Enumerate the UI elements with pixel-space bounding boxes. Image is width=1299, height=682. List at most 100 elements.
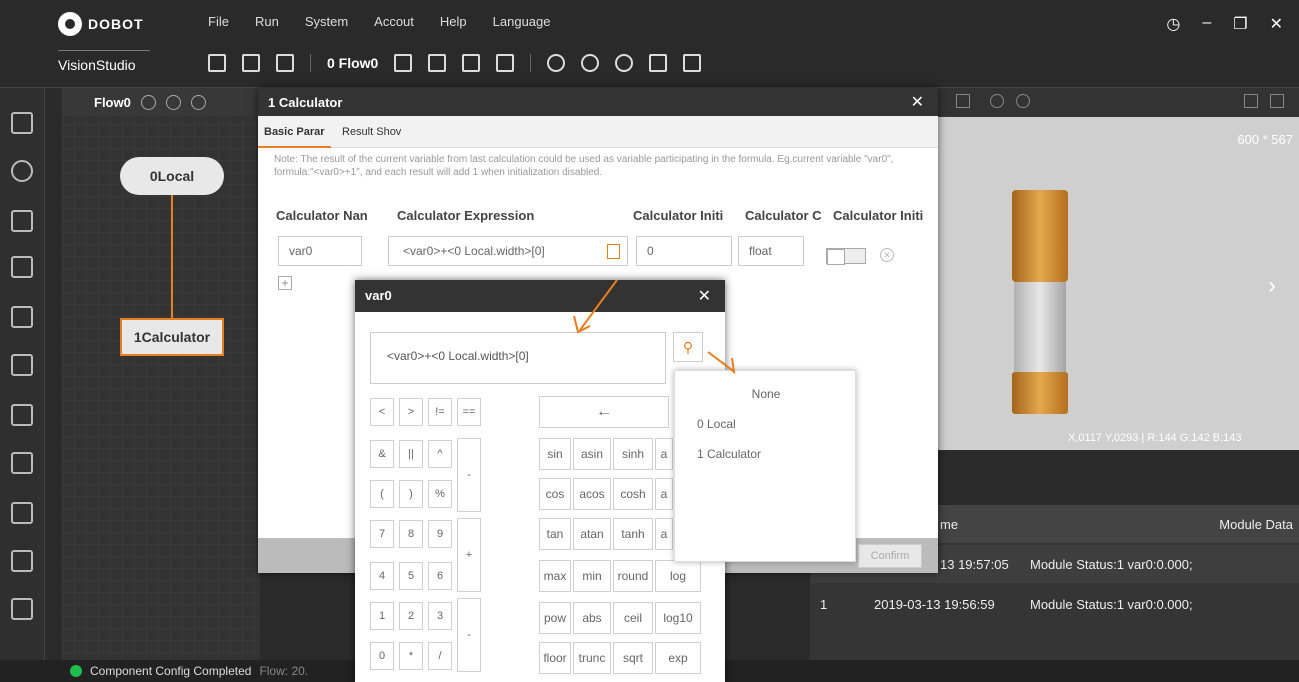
key-lt[interactable]: < <box>370 398 394 426</box>
camera-icon[interactable] <box>11 112 33 134</box>
flow-select[interactable]: 0 Flow0 <box>327 55 378 71</box>
key-eq[interactable]: == <box>457 398 481 426</box>
run-loop-icon[interactable] <box>581 54 600 72</box>
image-process-icon[interactable] <box>11 404 33 426</box>
fit-icon[interactable] <box>956 94 970 108</box>
fn-sin[interactable]: sin <box>539 438 571 470</box>
backspace-button[interactable]: ← <box>539 396 669 428</box>
variable-name-field[interactable]: var0 <box>278 236 362 266</box>
delete-row-icon[interactable]: ✕ <box>880 248 894 262</box>
fn-cosh[interactable]: cosh <box>613 478 653 510</box>
fn-cos[interactable]: cos <box>539 478 571 510</box>
zoom-out-icon[interactable] <box>1016 94 1030 108</box>
key-rparen[interactable]: ) <box>399 480 423 508</box>
key-9[interactable]: 9 <box>428 520 452 548</box>
key-minus-2[interactable]: - <box>457 598 481 672</box>
device-icon[interactable] <box>496 54 515 72</box>
type-select[interactable]: float <box>738 236 804 266</box>
fn-abs[interactable]: abs <box>573 602 611 634</box>
dropdown-item-local[interactable]: 0 Local <box>675 417 857 431</box>
function-icon[interactable] <box>649 54 668 72</box>
communication-icon[interactable] <box>11 598 33 620</box>
logic-icon[interactable] <box>11 502 33 524</box>
key-xor[interactable]: ^ <box>428 440 452 468</box>
fullscreen-icon[interactable] <box>1270 94 1284 108</box>
run-once-icon[interactable] <box>140 94 156 110</box>
menu-system[interactable]: System <box>305 14 348 29</box>
menu-run[interactable]: Run <box>255 14 279 29</box>
key-and[interactable]: & <box>370 440 394 468</box>
fn-exp[interactable]: exp <box>655 642 701 674</box>
key-3[interactable]: 3 <box>428 602 452 630</box>
key-5[interactable]: 5 <box>399 562 423 590</box>
new-solution-icon[interactable] <box>208 54 226 72</box>
close-icon[interactable]: ✕ <box>1270 14 1283 34</box>
table-row[interactable]: 1 2019-03-13 19:56:59 Module Status:1 va… <box>810 585 1299 623</box>
run-once-icon[interactable] <box>547 54 566 72</box>
tab-result-show[interactable]: Result Shov <box>342 116 401 148</box>
node-local[interactable]: 0Local <box>120 157 224 195</box>
minimize-icon[interactable]: – <box>1202 14 1211 34</box>
code-icon[interactable] <box>11 306 33 328</box>
restore-icon[interactable]: ❐ <box>1233 14 1247 34</box>
fn-floor[interactable]: floor <box>539 642 571 674</box>
key-0[interactable]: 0 <box>370 642 394 670</box>
open-folder-icon[interactable] <box>276 54 294 72</box>
fn-pow[interactable]: pow <box>539 602 571 634</box>
run-loop-icon[interactable] <box>165 94 181 110</box>
menu-file[interactable]: File <box>208 14 229 29</box>
expression-field[interactable]: <var0>+<0 Local.width>[0] <box>388 236 628 266</box>
tab-basic-params[interactable]: Basic Parar <box>258 116 331 148</box>
key-mod[interactable]: % <box>428 480 452 508</box>
stop-icon[interactable] <box>615 54 634 72</box>
timer-icon[interactable]: ◷ <box>1166 14 1180 34</box>
key-1[interactable]: 1 <box>370 602 394 630</box>
fn-round[interactable]: round <box>613 560 653 592</box>
key-7[interactable]: 7 <box>370 520 394 548</box>
key-8[interactable]: 8 <box>399 520 423 548</box>
zoom-in-icon[interactable] <box>990 94 1004 108</box>
fn-ceil[interactable]: ceil <box>613 602 653 634</box>
robot-arm-icon[interactable] <box>683 54 702 72</box>
stop-icon[interactable] <box>190 94 206 110</box>
fn-min[interactable]: min <box>573 560 611 592</box>
menu-help[interactable]: Help <box>440 14 467 29</box>
key-multiply[interactable]: * <box>399 642 423 670</box>
fn-max[interactable]: max <box>539 560 571 592</box>
actual-size-icon[interactable] <box>1244 94 1258 108</box>
key-divide[interactable]: / <box>428 642 452 670</box>
if-icon[interactable] <box>11 550 33 572</box>
color-icon[interactable] <box>11 452 33 474</box>
menu-account[interactable]: Accout <box>374 14 414 29</box>
add-row-button[interactable]: + <box>278 276 292 290</box>
camera-image[interactable] <box>938 117 1299 450</box>
key-6[interactable]: 6 <box>428 562 452 590</box>
next-image-icon[interactable]: › <box>1268 272 1276 300</box>
node-calculator[interactable]: 1Calculator <box>120 318 224 356</box>
locate-icon[interactable] <box>11 160 33 182</box>
key-2[interactable]: 2 <box>399 602 423 630</box>
measure-icon[interactable] <box>11 210 33 232</box>
key-lparen[interactable]: ( <box>370 480 394 508</box>
fn-acosh[interactable]: a <box>655 478 673 510</box>
dropdown-item-calculator[interactable]: 1 Calculator <box>675 447 857 461</box>
fn-asinh[interactable]: a <box>655 438 673 470</box>
fn-tan[interactable]: tan <box>539 518 571 550</box>
fn-tanh[interactable]: tanh <box>613 518 653 550</box>
fn-trunc[interactable]: trunc <box>573 642 611 674</box>
variable-icon[interactable] <box>462 54 481 72</box>
layers-icon[interactable] <box>394 54 413 72</box>
fn-log10[interactable]: log10 <box>655 602 701 634</box>
calculator-icon[interactable] <box>607 244 620 259</box>
key-minus[interactable]: - <box>457 438 481 512</box>
key-gt[interactable]: > <box>399 398 423 426</box>
fn-atan[interactable]: atan <box>573 518 611 550</box>
initial-value-field[interactable]: 0 <box>636 236 732 266</box>
key-plus[interactable]: + <box>457 518 481 592</box>
fn-asin[interactable]: asin <box>573 438 611 470</box>
calibrate-icon[interactable] <box>11 354 33 376</box>
key-4[interactable]: 4 <box>370 562 394 590</box>
close-icon[interactable]: ✕ <box>911 92 924 112</box>
hierarchy-icon[interactable] <box>428 54 447 72</box>
key-or[interactable]: || <box>399 440 423 468</box>
